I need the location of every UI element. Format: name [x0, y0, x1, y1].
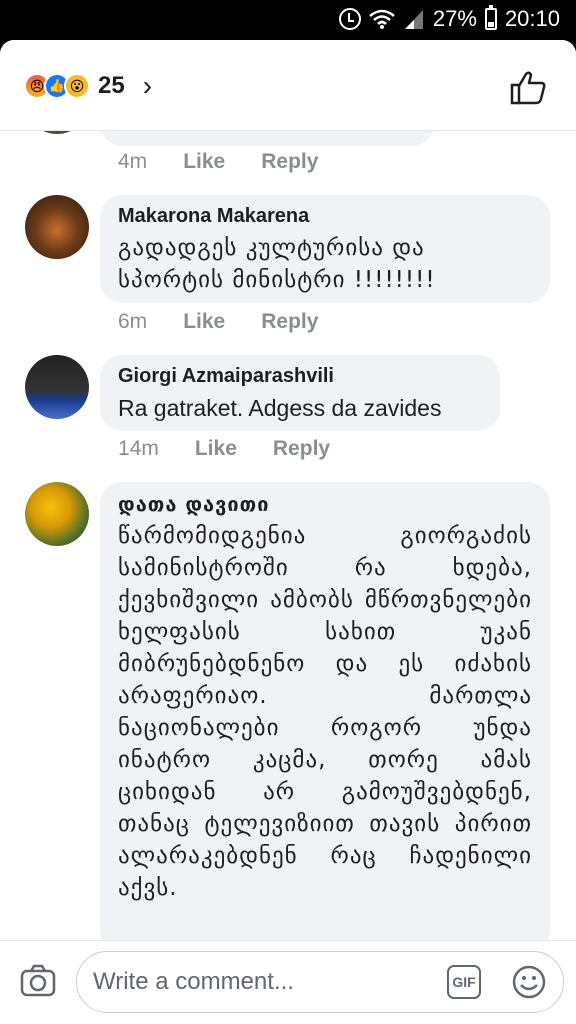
battery-percent: 27% [432, 6, 477, 31]
comment-input[interactable]: Write a comment... GIF [76, 951, 564, 1013]
reaction-count: 25 [98, 72, 125, 99]
comment-author[interactable]: Giorgi Azmaiparashvili [118, 365, 482, 388]
wifi-icon [369, 9, 395, 29]
reply-button[interactable]: Reply [273, 437, 330, 461]
gif-button[interactable]: GIF [447, 965, 481, 999]
comments-sheet: 4m Like Reply Makarona Makarena გადადგეს… [0, 40, 576, 1024]
like-button[interactable]: Like [183, 150, 225, 174]
alarm-icon [338, 8, 361, 30]
comment-bubble: Giorgi Azmaiparashvili Ra gatraket. Adge… [100, 355, 500, 431]
camera-icon[interactable] [20, 963, 56, 999]
comment-author[interactable]: დათა დავითი [118, 492, 532, 516]
reactions-summary[interactable]: 😠 👍 😮 25 › [24, 72, 152, 100]
comment-bubble: Makarona Makarena გადადგეს კულტურისა და … [100, 195, 550, 303]
wow-icon: 😮 [64, 73, 90, 99]
comment-text: გადადგეს კულტურისა და სპორტის მინისტრი !… [118, 235, 436, 293]
emoji-icon[interactable] [511, 964, 547, 1000]
battery-icon [484, 5, 497, 30]
comment-input-placeholder: Write a comment... [93, 968, 294, 995]
comment-actions: 14m Like Reply [118, 437, 330, 461]
avatar[interactable] [25, 482, 89, 546]
comment-author[interactable]: Makarona Makarena [118, 205, 532, 228]
like-thumb-icon[interactable] [508, 68, 548, 108]
comment-time[interactable]: 6m [118, 310, 147, 334]
avatar[interactable] [25, 355, 89, 419]
like-button[interactable]: Like [195, 437, 237, 461]
comment-composer: Write a comment... GIF [0, 940, 576, 1024]
reply-button[interactable]: Reply [261, 310, 318, 334]
avatar[interactable] [25, 195, 89, 259]
comments-header: 😠 👍 😮 25 › [0, 40, 576, 131]
clock: 20:10 [504, 6, 560, 31]
comment-text: წარმომიდგენია გიორგაძის სამინისტროში რა … [118, 523, 532, 901]
reply-button[interactable]: Reply [261, 150, 318, 174]
like-button[interactable]: Like [183, 310, 225, 334]
comment-actions: 4m Like Reply [118, 150, 318, 174]
comment-bubble: დათა დავითი წარმომიდგენია გიორგაძის სამი… [100, 482, 550, 952]
chevron-right-icon: › [142, 70, 153, 101]
comment-actions: 6m Like Reply [118, 310, 318, 334]
comment-time[interactable]: 4m [118, 150, 147, 174]
signal-icon [404, 10, 423, 29]
comment-time[interactable]: 14m [118, 437, 159, 461]
comment-text: Ra gatraket. Adgess da zavides [118, 395, 442, 421]
status-bar: 27% 20:10 [0, 0, 576, 40]
